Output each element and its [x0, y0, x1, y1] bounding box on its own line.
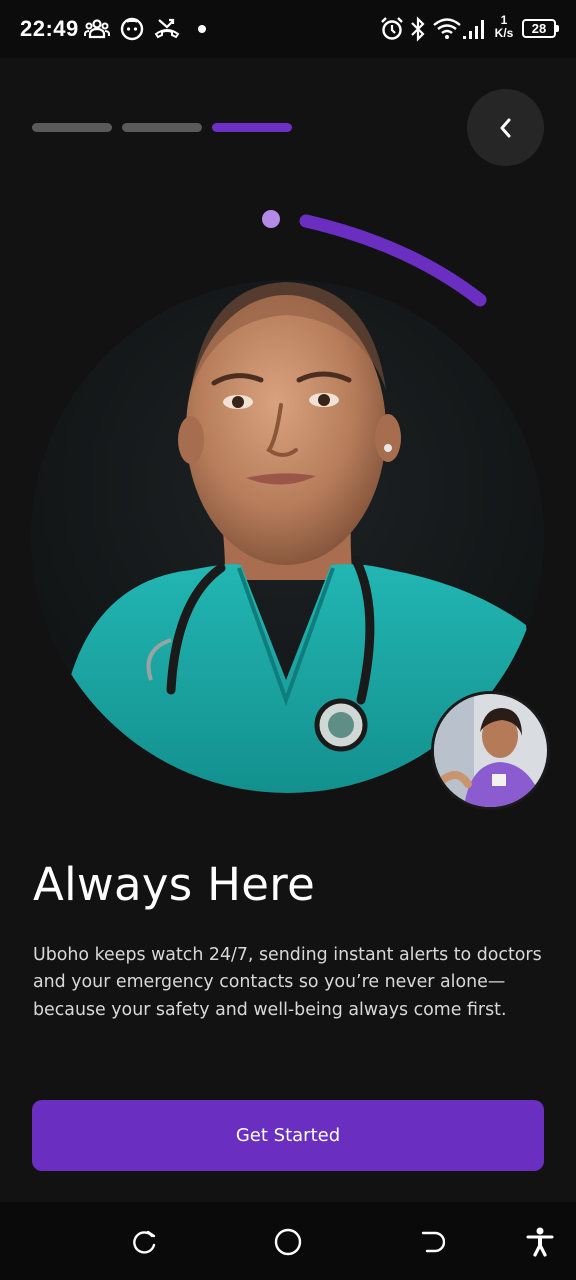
- system-back-button[interactable]: [413, 1224, 449, 1260]
- recents-button[interactable]: [126, 1224, 162, 1260]
- description-text: Uboho keeps watch 24/7, sending instant …: [33, 945, 542, 1020]
- recents-icon: [133, 1230, 156, 1254]
- accessibility-button[interactable]: [522, 1224, 558, 1260]
- home-button[interactable]: [270, 1224, 306, 1260]
- accessibility-icon: [526, 1227, 554, 1257]
- nurse-with-patient-image: [434, 694, 547, 807]
- home-icon: [274, 1228, 302, 1256]
- back-icon: [421, 1231, 445, 1253]
- secondary-photo: [431, 691, 550, 810]
- page-title: Always Here: [33, 858, 316, 911]
- navigation-bar: [0, 1202, 576, 1280]
- get-started-button[interactable]: Get Started: [32, 1100, 544, 1171]
- get-started-label: Get Started: [235, 1125, 341, 1146]
